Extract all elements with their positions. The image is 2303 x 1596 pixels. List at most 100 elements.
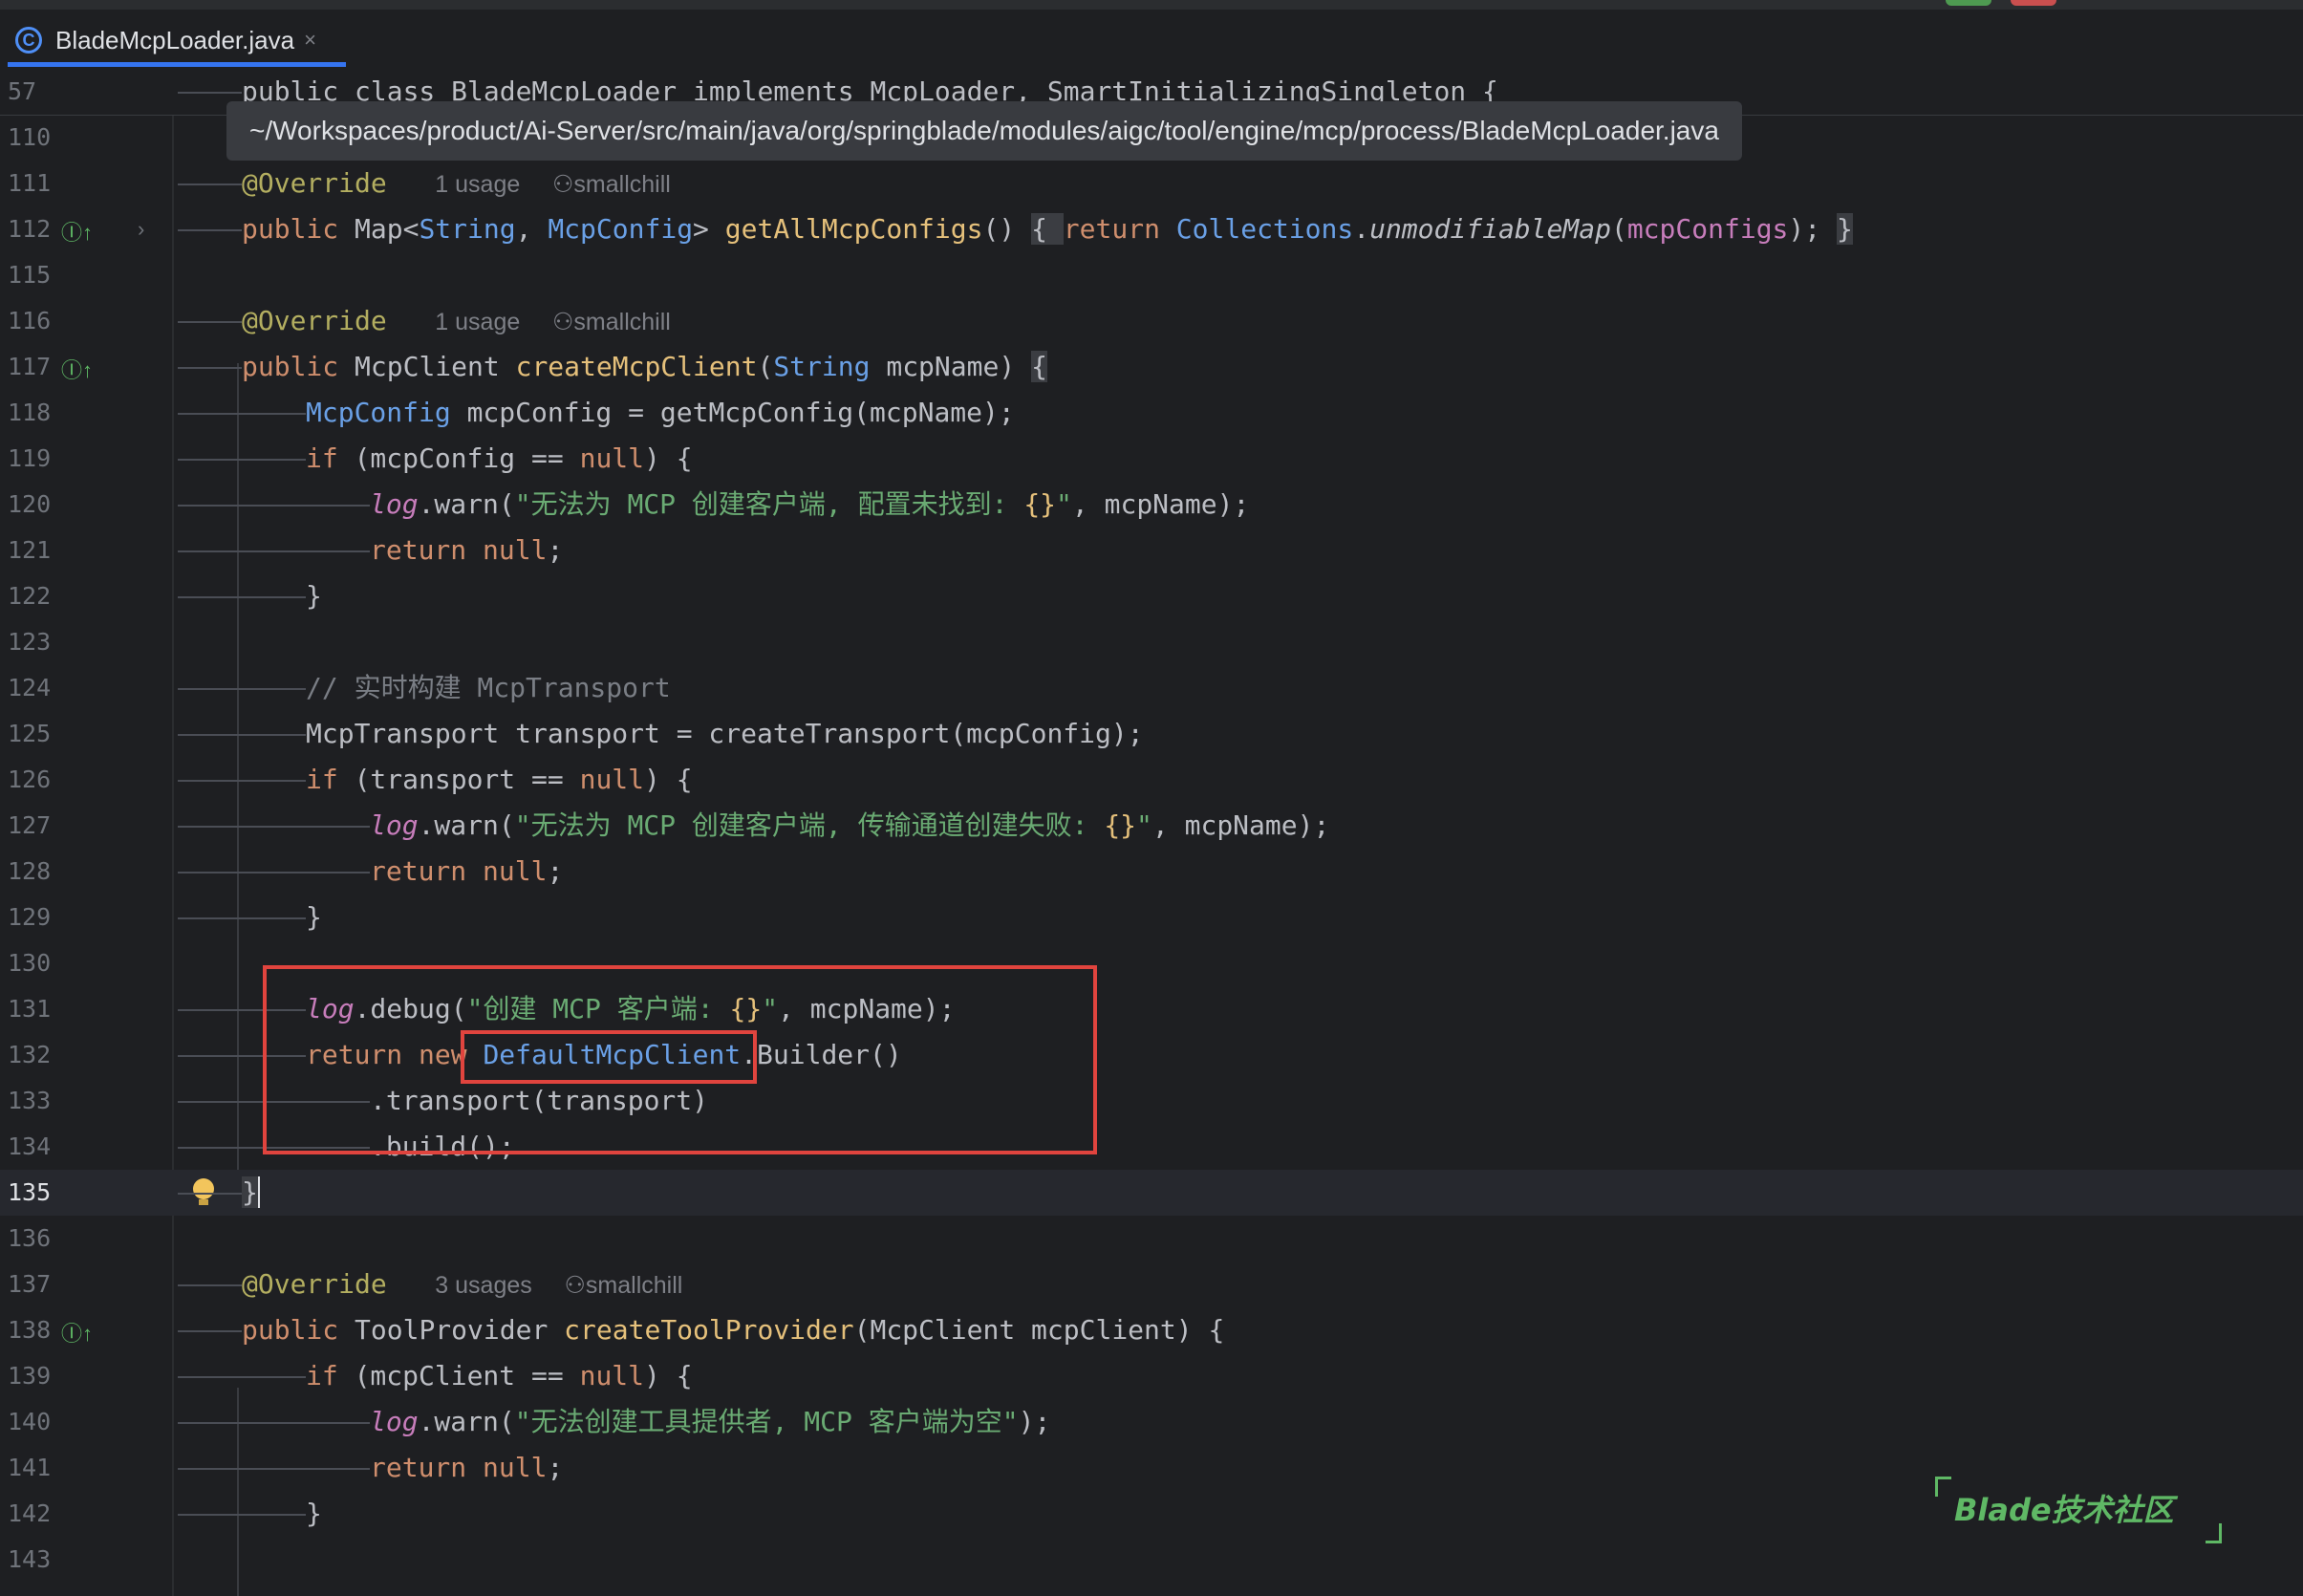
code-token: Map< <box>338 213 420 245</box>
line-number: 137 <box>8 1270 52 1298</box>
code-token: ; <box>547 855 564 887</box>
keyword: return <box>1063 213 1176 245</box>
tab-filename: BladeMcpLoader.java <box>55 25 295 54</box>
line-number: 129 <box>8 903 52 931</box>
line-number: 116 <box>8 307 52 334</box>
code-line: 119 if (mcpConfig == null) { <box>0 436 2303 482</box>
watermark: Blade技术社区 <box>1935 1477 2222 1543</box>
log-field: log <box>370 1406 419 1437</box>
code-token: , <box>515 213 549 245</box>
code-token: } <box>306 901 322 933</box>
line-number: 142 <box>8 1499 52 1527</box>
watermark-bracket <box>2206 1523 2222 1543</box>
placeholder: {} <box>1023 488 1057 520</box>
keyword: null <box>579 764 645 795</box>
folded-brace[interactable]: { <box>1031 213 1064 245</box>
code-line: 137 @Override 3 usages ⚇smallchill <box>0 1262 2303 1307</box>
code-line: 128 return null; <box>0 849 2303 895</box>
code-token: ( <box>1610 213 1627 245</box>
line-number: 124 <box>8 674 52 701</box>
keyword: if <box>306 442 338 474</box>
line-number: 132 <box>8 1041 52 1068</box>
type-token: String <box>419 213 516 245</box>
code-token: ) { <box>644 1360 693 1391</box>
line-number: 123 <box>8 628 52 656</box>
code-token: McpClient <box>338 351 516 382</box>
keyword: null <box>579 442 645 474</box>
code-token: () <box>982 213 1032 245</box>
line-number: 141 <box>8 1454 52 1481</box>
usage-hint[interactable]: 1 usage <box>435 171 520 198</box>
line-number: 135 <box>8 1178 52 1206</box>
type-token: Collections <box>1175 213 1354 245</box>
chevron-right-icon[interactable]: › <box>138 206 144 252</box>
keyword: if <box>306 764 338 795</box>
usage-hint[interactable]: 3 usages <box>435 1272 531 1299</box>
code-token: .warn( <box>418 488 515 520</box>
code-token: (transport == <box>337 764 580 795</box>
current-line: 135 } <box>0 1170 2303 1216</box>
code-line: 111 @Override 1 usage ⚇smallchill <box>0 161 2303 206</box>
active-tab-underline <box>8 62 346 67</box>
keyword: null <box>579 1360 645 1391</box>
code-line: 121 return null; <box>0 528 2303 573</box>
author-hint[interactable]: smallchill <box>586 1272 682 1299</box>
implements-method-icon[interactable]: Ⓘ↑ <box>61 354 93 384</box>
usage-hint[interactable]: 1 usage <box>435 309 520 335</box>
code-line: 112 Ⓘ↑ › public Map<String, McpConfig> g… <box>0 206 2303 252</box>
code-token: } <box>306 580 322 612</box>
override-annotation: @Override <box>242 167 387 199</box>
keyword: public <box>242 213 339 245</box>
line-number: 126 <box>8 766 52 793</box>
code-token: (mcpClient == <box>337 1360 580 1391</box>
java-class-icon: C <box>15 27 42 54</box>
string-literal: "无法为 MCP 创建客户端, 传输通道创建失败: <box>514 809 1105 841</box>
line-number: 134 <box>8 1132 52 1160</box>
line-number: 143 <box>8 1545 52 1573</box>
line-number: 122 <box>8 582 52 610</box>
keyword: public <box>242 351 339 382</box>
keyword: null <box>483 534 548 566</box>
type-token: McpConfig <box>306 397 451 428</box>
code-editor[interactable]: 110 111 @Override 1 usage ⚇smallchill 11… <box>0 69 2303 1596</box>
implements-method-icon[interactable]: Ⓘ↑ <box>61 216 93 247</box>
code-token: .warn( <box>418 1406 515 1437</box>
code-token: McpTransport transport = createTransport… <box>306 718 1144 749</box>
matched-brace: { <box>1031 351 1047 382</box>
code-token: , mcpName); <box>1152 809 1330 841</box>
code-line: 129 } <box>0 895 2303 940</box>
code-line: 115 <box>0 252 2303 298</box>
code-line: 127 log.warn("无法为 MCP 创建客户端, 传输通道创建失败: {… <box>0 803 2303 849</box>
author-hint[interactable]: smallchill <box>573 309 670 335</box>
log-field: log <box>370 488 419 520</box>
editor-tab-bar: C BladeMcpLoader.java × <box>0 0 2303 70</box>
line-number: 117 <box>8 353 52 380</box>
code-line: 140 log.warn("无法创建工具提供者, MCP 客户端为空"); <box>0 1399 2303 1445</box>
string-literal: " <box>1056 488 1072 520</box>
code-token: > <box>693 213 725 245</box>
line-number: 110 <box>8 123 52 151</box>
code-line: 118 McpConfig mcpConfig = getMcpConfig(m… <box>0 390 2303 436</box>
watermark-bracket <box>1935 1477 1951 1497</box>
line-number: 136 <box>8 1224 52 1252</box>
highlight-box-class <box>461 1030 757 1084</box>
code-line: 123 <box>0 619 2303 665</box>
type-token: McpConfig <box>548 213 694 245</box>
line-number: 112 <box>8 215 52 243</box>
line-number: 139 <box>8 1362 52 1390</box>
tab-blade-mcp-loader[interactable]: C BladeMcpLoader.java × <box>8 13 346 67</box>
type-token: String <box>773 351 871 382</box>
line-number: 121 <box>8 536 52 564</box>
folded-brace[interactable]: } <box>1836 213 1853 245</box>
code-token: ); <box>1018 1406 1051 1437</box>
code-line: 116 @Override 1 usage ⚇smallchill <box>0 298 2303 344</box>
red-indicator <box>2011 0 2056 6</box>
override-annotation: @Override <box>242 305 387 336</box>
close-icon[interactable]: × <box>304 28 316 53</box>
code-token: ; <box>547 1452 564 1483</box>
method-name: getAllMcpConfigs <box>724 213 983 245</box>
implements-method-icon[interactable]: Ⓘ↑ <box>61 1317 93 1348</box>
author-hint[interactable]: smallchill <box>573 171 670 198</box>
code-line: 120 log.warn("无法为 MCP 创建客户端, 配置未找到: {}",… <box>0 482 2303 528</box>
